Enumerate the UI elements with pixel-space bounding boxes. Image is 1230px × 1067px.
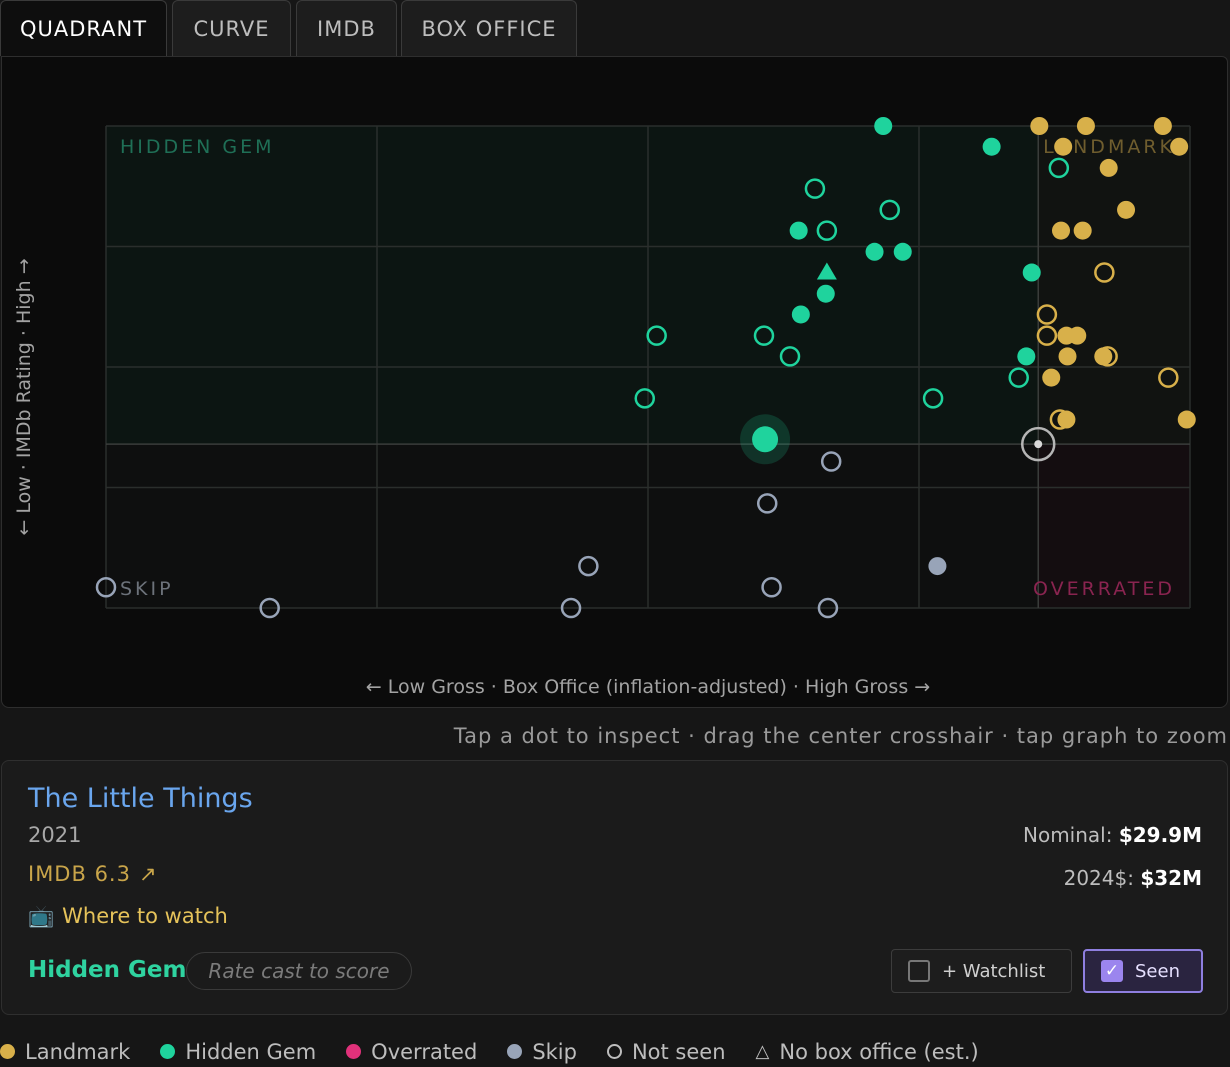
seen-label: Seen bbox=[1135, 960, 1180, 982]
watchlist-button[interactable]: + Watchlist bbox=[891, 949, 1072, 993]
legend-item-skip: Skip bbox=[507, 1040, 577, 1064]
movie-year: 2021 bbox=[28, 823, 82, 847]
category-label: Hidden Gem bbox=[28, 957, 187, 983]
scatter-point bbox=[1042, 368, 1061, 387]
scatter-point bbox=[1017, 347, 1036, 366]
legend-item-landmark: Landmark bbox=[0, 1040, 130, 1064]
adjusted-label: 2024$: bbox=[1063, 866, 1134, 890]
where-to-watch-label: Where to watch bbox=[62, 904, 228, 928]
rate-cast-button[interactable]: Rate cast to score bbox=[186, 952, 412, 990]
watchlist-label: + Watchlist bbox=[942, 960, 1046, 982]
scatter-point bbox=[1170, 137, 1189, 156]
adjusted-value: $32M bbox=[1140, 866, 1202, 890]
legend-label: Not seen bbox=[631, 1039, 726, 1064]
scatter-point bbox=[1076, 117, 1095, 135]
external-link-icon: ↗ bbox=[138, 862, 158, 886]
landmark-dot-icon bbox=[0, 1044, 15, 1059]
movie-title[interactable]: The Little Things bbox=[28, 783, 253, 814]
scatter-point bbox=[1073, 221, 1092, 240]
scatter-point bbox=[1117, 200, 1136, 219]
y-axis-label: ← Low · IMDb Rating · High → bbox=[13, 258, 35, 535]
tab-curve[interactable]: CURVE bbox=[172, 0, 291, 56]
scatter-point bbox=[1030, 117, 1049, 135]
quadrant-label-hidden-gem: HIDDEN GEM bbox=[120, 136, 275, 158]
scatter-point bbox=[1054, 137, 1073, 156]
nominal-gross: Nominal: $29.9M bbox=[1023, 823, 1202, 847]
scatter-point bbox=[1068, 326, 1087, 345]
hidden-gem-quadrant-bg bbox=[106, 126, 1039, 445]
triangle-icon: △ bbox=[755, 1041, 770, 1062]
chart-hint: Tap a dot to inspect · drag the center c… bbox=[453, 724, 1228, 748]
crosshair-handle-center bbox=[1034, 440, 1043, 449]
selected-point bbox=[752, 426, 779, 453]
tv-icon: 📺 bbox=[28, 904, 55, 928]
scatter-point bbox=[1058, 347, 1077, 366]
quadrant-label-overrated: OVERRATED bbox=[1033, 578, 1175, 600]
watchlist-checkbox[interactable] bbox=[908, 960, 930, 982]
quadrant-chart-panel[interactable]: HIDDEN GEM LANDMARK SKIP OVERRATED ← Low Gro… bbox=[1, 56, 1228, 708]
movie-detail-card: The Little Things 2021 IMDB 6.3 ↗ 📺 Where … bbox=[1, 760, 1228, 1015]
scatter-point bbox=[816, 284, 835, 303]
legend-label: Overrated bbox=[371, 1039, 478, 1064]
scatter-point bbox=[893, 242, 912, 261]
legend-item-not-seen: Not seen bbox=[606, 1039, 726, 1064]
adjusted-gross: 2024$: $32M bbox=[1064, 866, 1202, 890]
legend-item-no-box-office: △ No box office (est.) bbox=[756, 1040, 979, 1064]
legend-label: No box office (est.) bbox=[779, 1039, 979, 1064]
ring-icon bbox=[606, 1044, 622, 1059]
legend: Landmark Hidden Gem Overrated Skip Not s… bbox=[0, 1036, 1230, 1067]
scatter-point bbox=[791, 305, 810, 324]
legend-label: Landmark bbox=[25, 1039, 131, 1064]
scatter-point bbox=[1052, 221, 1071, 240]
scatter-point bbox=[1177, 410, 1196, 429]
scatter-point bbox=[874, 117, 893, 135]
scatter-point bbox=[1094, 347, 1113, 366]
scatter-point bbox=[1099, 158, 1118, 177]
scatter-point bbox=[1057, 410, 1076, 429]
legend-item-overrated: Overrated bbox=[346, 1040, 477, 1064]
legend-item-hidden-gem: Hidden Gem bbox=[160, 1040, 316, 1064]
quadrant-chart[interactable]: HIDDEN GEM LANDMARKSKIP OVERRATED← Low Gro… bbox=[2, 57, 1228, 707]
imdb-link[interactable]: IMDB 6.3 ↗ bbox=[28, 862, 158, 886]
skip-dot-icon bbox=[507, 1044, 523, 1059]
scatter-point bbox=[1022, 263, 1041, 282]
nominal-label: Nominal: bbox=[1023, 823, 1113, 847]
scatter-point bbox=[789, 221, 808, 240]
skip-quadrant-bg bbox=[106, 444, 1039, 608]
view-tabs: QUADRANT CURVE IMDB BOX OFFICE bbox=[0, 0, 1230, 56]
seen-checkbox-icon[interactable]: ✓ bbox=[1101, 960, 1123, 982]
seen-button[interactable]: ✓ Seen bbox=[1083, 949, 1203, 993]
tab-box-office[interactable]: BOX OFFICE bbox=[401, 0, 577, 56]
scatter-point bbox=[928, 557, 947, 576]
hidden-gem-dot-icon bbox=[160, 1044, 176, 1059]
where-to-watch-link[interactable]: 📺 Where to watch bbox=[28, 904, 228, 929]
nominal-value: $29.9M bbox=[1118, 823, 1202, 847]
x-axis-label: ← Low Gross · Box Office (inflation-adju… bbox=[366, 676, 930, 698]
scatter-point bbox=[865, 242, 884, 261]
scatter-point bbox=[1153, 117, 1172, 135]
overrated-dot-icon bbox=[346, 1044, 362, 1059]
legend-label: Hidden Gem bbox=[185, 1039, 317, 1064]
legend-label: Skip bbox=[532, 1039, 577, 1064]
imdb-rating: IMDB 6.3 bbox=[28, 862, 131, 886]
quadrant-label-skip: SKIP bbox=[120, 578, 174, 600]
tab-imdb[interactable]: IMDB bbox=[296, 0, 397, 56]
tab-quadrant[interactable]: QUADRANT bbox=[0, 0, 167, 56]
scatter-point bbox=[982, 137, 1001, 156]
